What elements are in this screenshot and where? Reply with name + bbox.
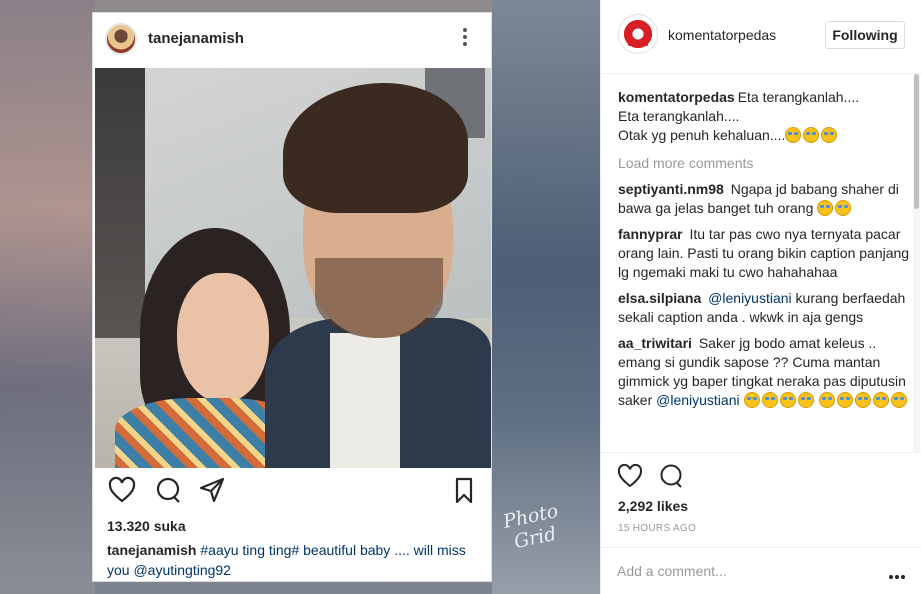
more-options-icon[interactable] (889, 566, 907, 579)
photo-background-person (95, 68, 145, 338)
tears-of-joy-emoji (797, 392, 814, 408)
comment-icon (153, 475, 183, 505)
post-header: komentatorpedas Following (601, 0, 921, 74)
load-more-comments-link[interactable]: Load more comments (618, 155, 910, 171)
add-comment-bar (601, 547, 921, 594)
tears-of-joy-emoji (819, 392, 836, 408)
photo-woman-face (177, 273, 269, 403)
tears-of-joy-emoji (743, 392, 760, 408)
list-item: fannyprar Itu tar pas cwo nya ternyata p… (618, 225, 910, 282)
heart-icon[interactable] (616, 462, 644, 490)
comment-username[interactable]: septiyanti.nm98 (618, 181, 724, 197)
caption-comment: komentatorpedas Eta terangkanlah.... Eta … (618, 88, 910, 145)
screenshot-post-card: tanejanamish 13.320 suka tanejanamish #a… (92, 12, 492, 582)
tears-of-joy-emoji (821, 127, 838, 143)
tears-of-joy-emoji (873, 392, 890, 408)
comment-input[interactable] (617, 560, 867, 582)
tears-of-joy-emoji (817, 200, 834, 216)
list-item: elsa.silpiana @leniyustiani kurang berfa… (618, 289, 910, 327)
avatar[interactable] (618, 14, 658, 54)
photo-man-shirt (330, 333, 400, 468)
comment-username[interactable]: aa_triwitari (618, 335, 692, 351)
tears-of-joy-emoji (837, 392, 854, 408)
tears-of-joy-emoji (835, 200, 852, 216)
list-item: aa_triwitari Saker jg bodo amat keleus .… (618, 334, 910, 410)
tears-of-joy-emoji (891, 392, 908, 408)
heart-icon (107, 475, 137, 505)
bookmark-icon (449, 475, 479, 505)
comment-username[interactable]: fannyprar (618, 226, 683, 242)
like-count[interactable]: 2,292 likes (618, 498, 688, 514)
tears-of-joy-emoji (855, 392, 872, 408)
tears-of-joy-emoji (785, 127, 802, 143)
tears-of-joy-emoji (761, 392, 778, 408)
caption-username: tanejanamish (107, 542, 197, 558)
comment-username[interactable]: komentatorpedas (618, 89, 735, 105)
photo-man-hair (283, 83, 468, 213)
tears-of-joy-emoji (779, 392, 796, 408)
action-bar: 2,292 likes 15 HOURS AGO (601, 452, 921, 547)
post-photo (95, 68, 491, 468)
screenshot-caption: tanejanamish #aayu ting ting# beautiful … (107, 540, 477, 580)
screenshot-action-bar (93, 475, 493, 511)
scrollbar-thumb[interactable] (914, 74, 919, 209)
comment-list: komentatorpedas Eta terangkanlah.... Eta … (618, 88, 910, 448)
screenshot-username: tanejanamish (148, 30, 244, 47)
list-item: septiyanti.nm98 Ngapa jd babang shaher d… (618, 180, 910, 218)
screenshot-like-count: 13.320 suka (107, 518, 186, 534)
screenshot-post-header: tanejanamish (93, 13, 493, 67)
comment-mention[interactable]: @leniyustiani (656, 392, 739, 408)
post-media[interactable]: tanejanamish 13.320 suka tanejanamish #a… (0, 0, 600, 594)
following-button[interactable]: Following (825, 21, 905, 49)
share-icon (197, 475, 227, 505)
comment-panel: komentatorpedas Following komentatorpeda… (600, 0, 921, 594)
photo-man-beard (315, 258, 443, 338)
header-username[interactable]: komentatorpedas (668, 27, 776, 43)
blurred-background-left (0, 0, 95, 594)
avatar (105, 23, 137, 55)
tears-of-joy-emoji (803, 127, 820, 143)
more-options-icon (455, 25, 475, 51)
comment-mention[interactable]: @leniyustiani (708, 290, 791, 306)
comment-username[interactable]: elsa.silpiana (618, 290, 701, 306)
post-timestamp[interactable]: 15 HOURS AGO (618, 523, 696, 534)
comment-icon[interactable] (657, 462, 685, 490)
